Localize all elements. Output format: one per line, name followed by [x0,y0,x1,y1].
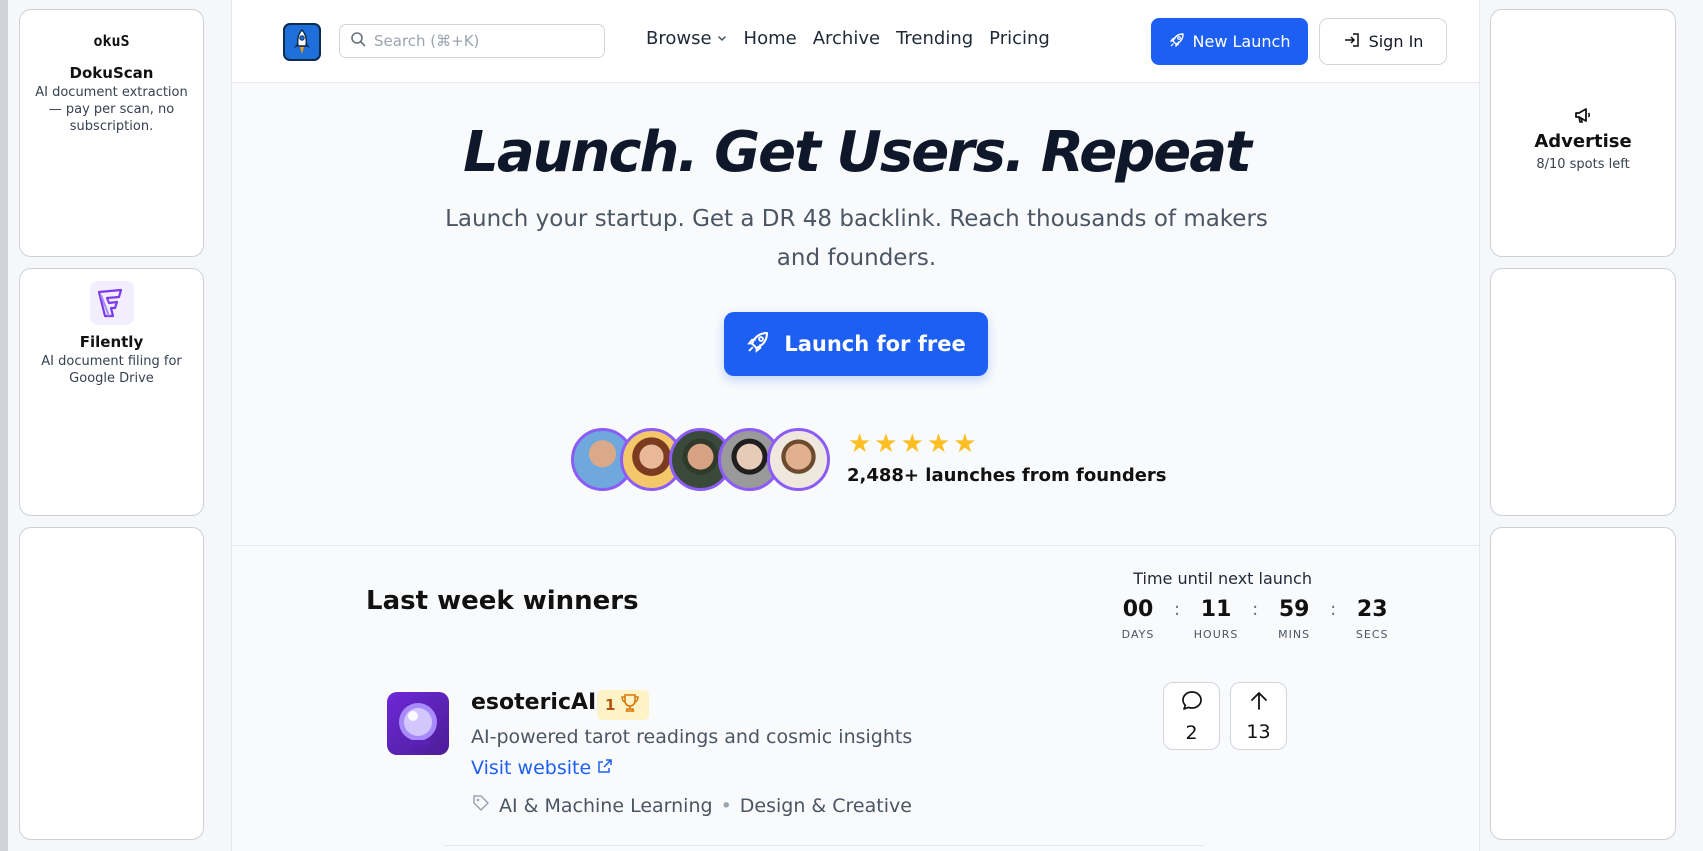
advertise-title: Advertise [1534,131,1632,152]
ad-card-filently[interactable]: Filently AI document filing for Google D… [19,268,204,516]
rocket-icon [1169,32,1185,52]
arrow-up-icon [1248,690,1270,717]
countdown-timer: 00 DAYS : 11 HOURS : 59 MINS : 23 SECS [1110,597,1400,641]
product-tags: AI & Machine Learning • Design & Creativ… [471,793,912,818]
nav-browse-label: Browse [646,28,712,49]
tag-link[interactable]: AI & Machine Learning [499,795,713,817]
rocket-logo-icon[interactable] [283,23,321,61]
rating-stars: ★★★★★ [848,429,980,459]
countdown-unit-label: DAYS [1121,628,1155,641]
hero-subtitle: Launch your startup. Get a DR 48 backlin… [445,206,1268,271]
countdown-mins: 59 MINS [1266,597,1322,641]
countdown-separator: : [1174,599,1181,620]
countdown-value: 59 [1278,597,1310,622]
rocket-icon [746,330,770,359]
ad-description: AI document extraction — pay per scan, n… [35,85,188,134]
avatar [767,428,830,491]
search-icon [350,31,366,51]
main-nav: Browse Home Archive Trending Pricing [646,28,1050,49]
product-name[interactable]: esotericAI [471,690,596,715]
tag-separator: • [720,794,732,817]
new-launch-button[interactable]: New Launch [1151,18,1308,65]
nav-browse[interactable]: Browse [646,28,728,49]
nav-pricing[interactable]: Pricing [989,28,1050,49]
upvote-count: 13 [1246,720,1271,743]
dokuscan-logo: okuS [93,32,130,50]
trophy-icon [619,692,641,718]
nav-home[interactable]: Home [744,28,797,49]
countdown-unit-label: HOURS [1193,628,1239,641]
countdown-unit-label: MINS [1278,628,1311,641]
ad-description: AI document filing for Google Drive [41,354,182,386]
sign-in-icon [1343,31,1361,53]
ad-card-empty[interactable] [19,527,204,840]
sign-in-label: Sign In [1368,32,1424,51]
product-row-divider [444,845,1204,846]
product-row[interactable]: esotericAI 1 AI-powered tarot readings a… [387,682,1327,850]
comment-icon [1180,689,1204,718]
countdown-value: 11 [1200,597,1232,622]
launch-for-free-button[interactable]: Launch for free [724,312,988,376]
section-divider [232,545,1479,546]
tag-link[interactable]: Design & Creative [740,795,912,817]
visit-website-link[interactable]: Visit website [471,757,613,779]
countdown-separator: : [1330,599,1337,620]
rank-number: 1 [605,696,616,714]
nav-trending[interactable]: Trending [896,28,973,49]
nav-archive[interactable]: Archive [813,28,880,49]
product-logo[interactable] [387,692,449,755]
ad-card-dokuscan[interactable]: okuS DokuScan AI document extraction — p… [19,9,204,257]
sign-in-button[interactable]: Sign In [1319,18,1447,65]
advertise-card[interactable]: Advertise 8/10 spots left [1490,9,1676,257]
filently-logo-icon [89,281,134,325]
search-bar[interactable] [339,24,605,58]
countdown-secs: 23 SECS [1344,597,1400,641]
external-link-icon [597,757,613,779]
main-content: Browse Home Archive Trending Pricing New… [231,0,1480,851]
rank-badge: 1 [597,690,650,720]
ad-name: DokuScan [69,64,154,82]
countdown-days: 00 DAYS [1110,597,1166,641]
search-input[interactable] [374,32,574,50]
countdown-label: Time until next launch [1133,569,1312,588]
founder-avatars [571,428,831,492]
upvote-button[interactable]: 13 [1230,682,1287,750]
site-header: Browse Home Archive Trending Pricing New… [232,0,1479,83]
comments-button[interactable]: 2 [1163,682,1220,750]
megaphone-icon [1573,105,1593,125]
hero-title: Launch. Get Users. Repeat [463,120,1252,185]
left-ad-rail: okuS DokuScan AI document extraction — p… [0,0,231,851]
visit-website-label: Visit website [471,757,592,779]
countdown-value: 23 [1356,597,1388,622]
chevron-down-icon [716,28,728,49]
ad-card-empty[interactable] [1490,268,1676,516]
winners-title: Last week winners [366,586,639,616]
launch-count: 2,488+ launches from founders [847,465,1167,486]
tag-icon [471,793,491,818]
ad-name: Filently [79,333,144,351]
countdown-unit-label: SECS [1355,628,1389,641]
comment-count: 2 [1185,721,1198,744]
countdown-separator: : [1252,599,1259,620]
new-launch-label: New Launch [1192,32,1291,51]
spots-left: 8/10 spots left [1536,157,1630,172]
launch-for-free-label: Launch for free [784,332,966,356]
countdown-hours: 11 HOURS [1188,597,1244,641]
product-description: AI-powered tarot readings and cosmic ins… [471,726,913,748]
right-ad-rail: Advertise 8/10 spots left [1480,0,1703,851]
countdown-value: 00 [1122,597,1154,622]
ad-card-empty[interactable] [1490,527,1676,840]
